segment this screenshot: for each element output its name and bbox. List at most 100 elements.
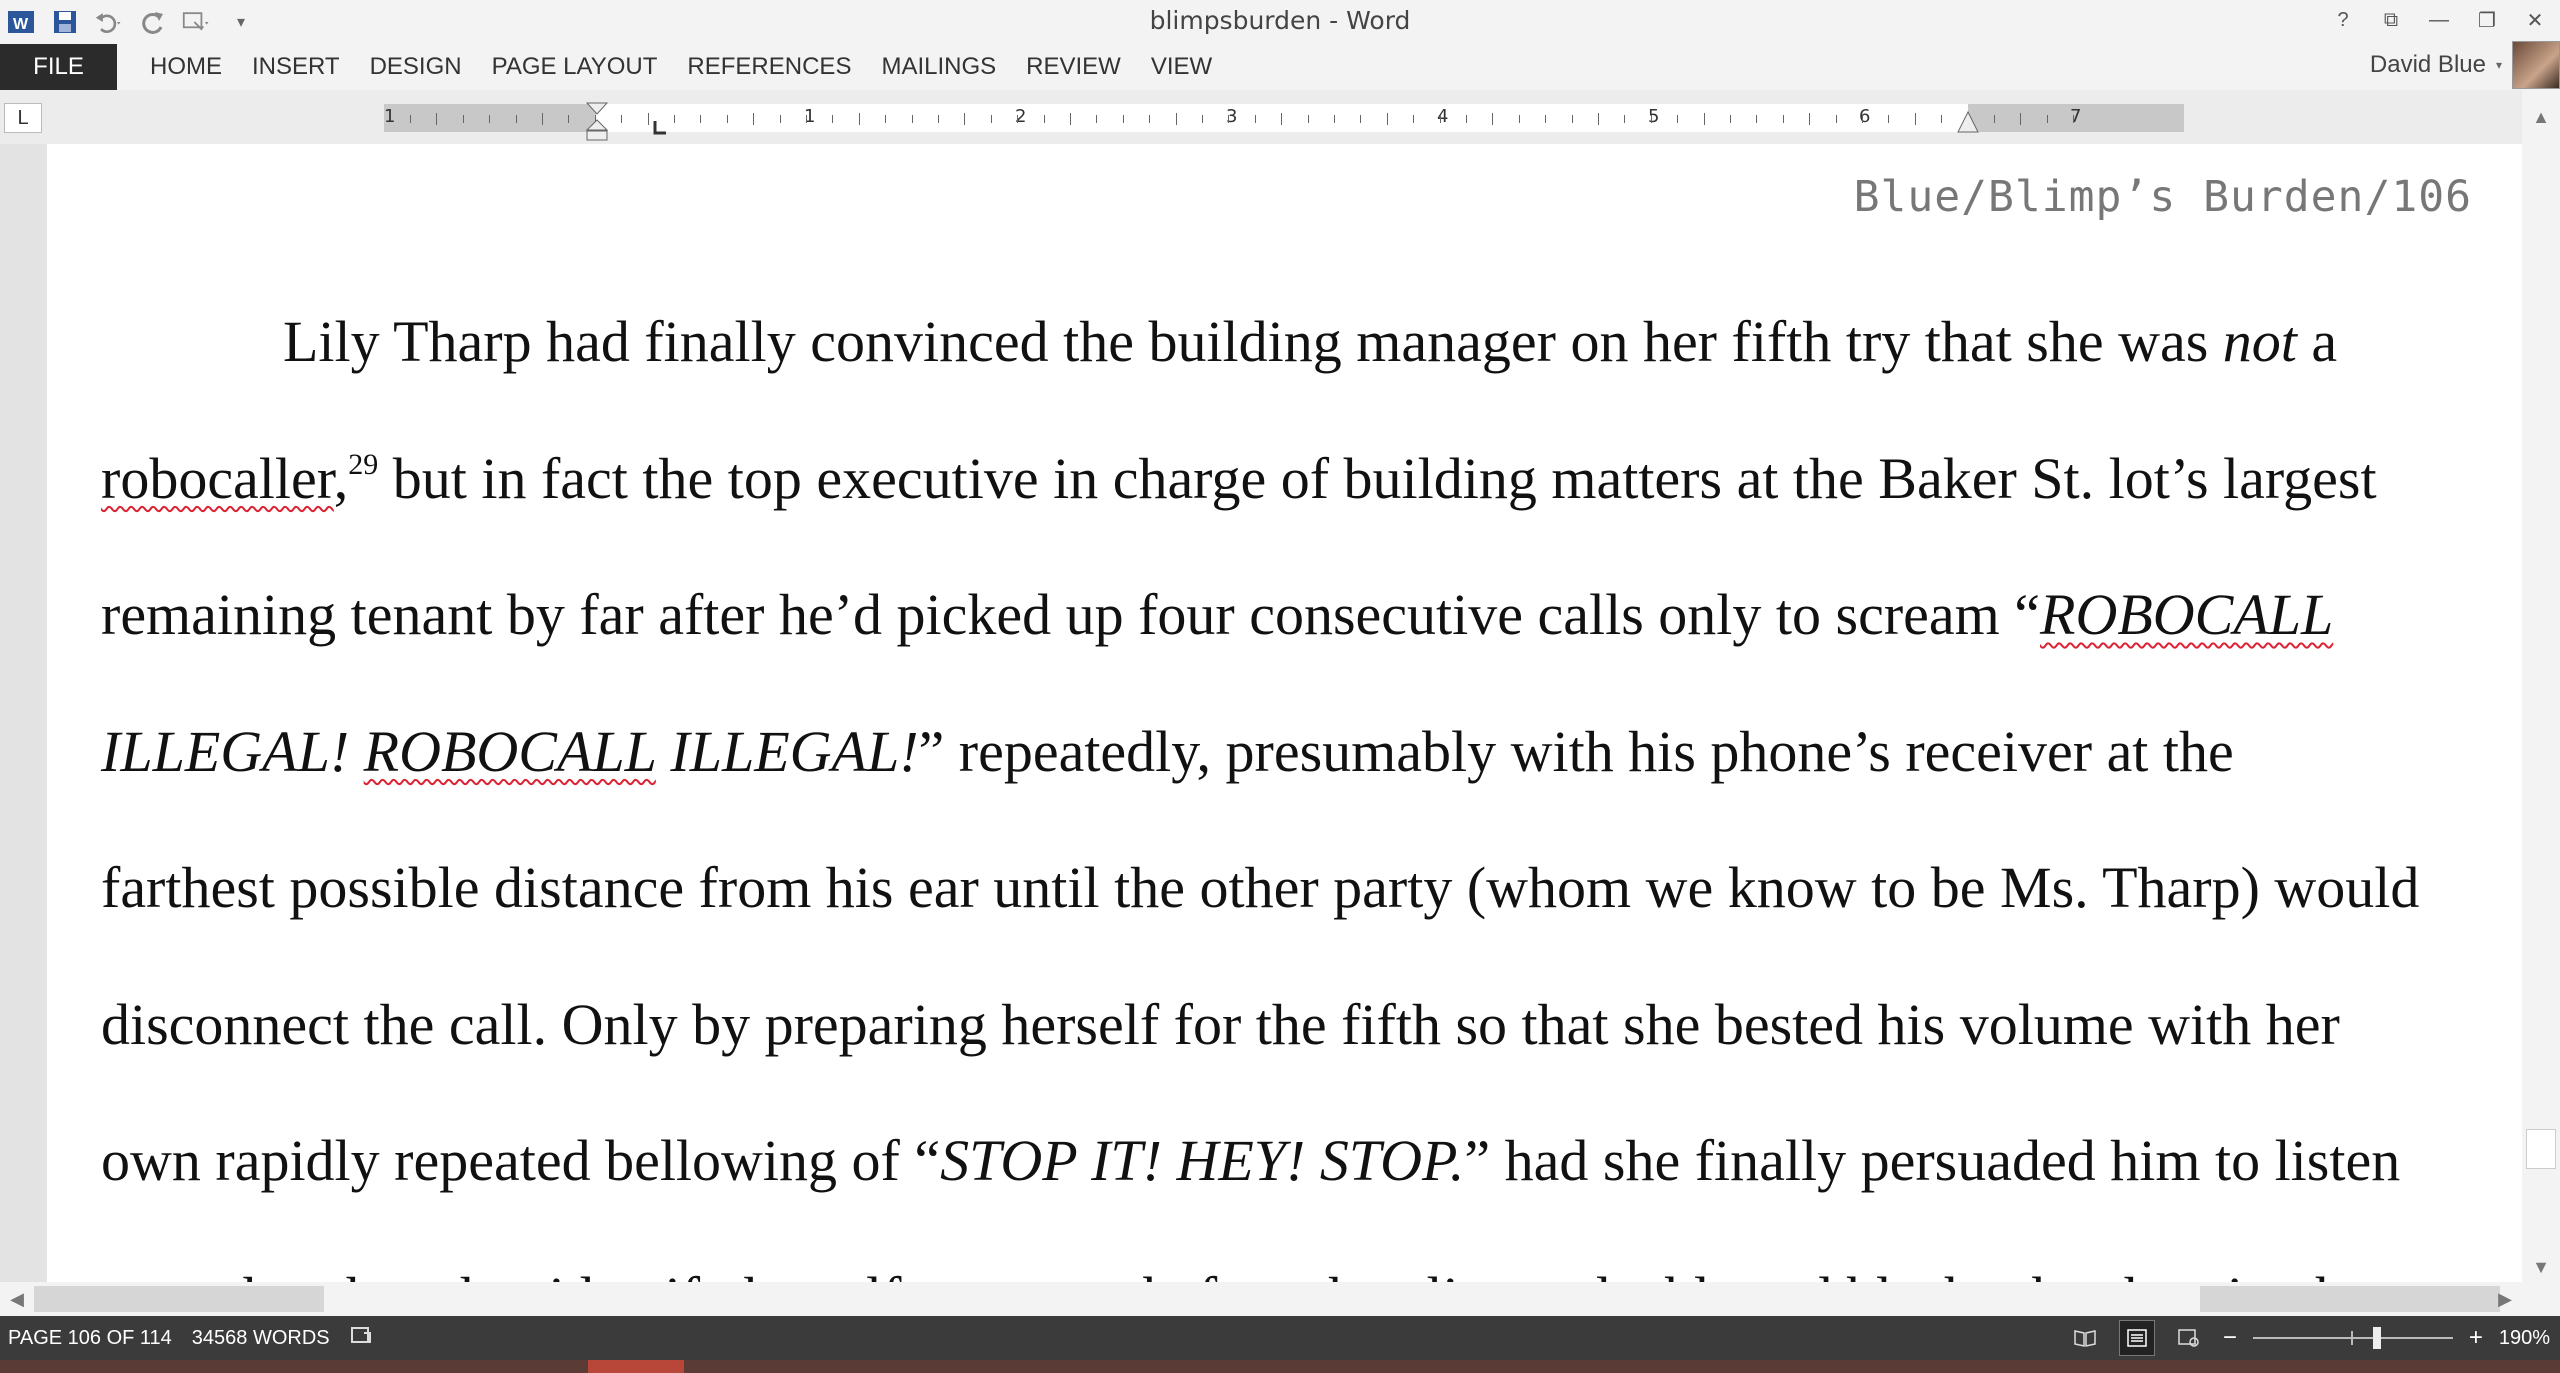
tab-page-layout[interactable]: PAGE LAYOUT [477, 44, 673, 90]
vertical-scroll-thumb[interactable] [2526, 1129, 2556, 1169]
ruler-tick [568, 115, 570, 123]
italic-text: ROBOCALL [2040, 582, 2334, 647]
ruler-tick [885, 115, 887, 123]
text-run: robocaller [101, 445, 334, 511]
ruler-tick [1202, 115, 1203, 123]
horizontal-ruler[interactable]: 1 1 2 3 4 5 6 7 [384, 102, 2184, 141]
zoom-slider-thumb[interactable] [2372, 1327, 2381, 1349]
status-bar: PAGE 106 OF 114 34568 WORDS − + 190% [0, 1316, 2560, 1360]
ruler-tick [1017, 115, 1019, 123]
text-run: , [333, 445, 349, 511]
tab-insert[interactable]: INSERT [237, 44, 355, 90]
ruler-tick [1122, 115, 1124, 123]
ruler-tick [806, 115, 807, 123]
text-line[interactable]: farthest possible distance from his ear … [101, 820, 2521, 957]
ruler-tick [1413, 115, 1415, 123]
text-line[interactable]: robocaller,29 but in fact the top execut… [101, 411, 2521, 548]
zoom-track [2252, 1337, 2453, 1339]
ruler-tick [1888, 115, 1890, 123]
text-line[interactable]: disconnect the call. Only by preparing h… [101, 957, 2521, 1094]
tab-design[interactable]: DESIGN [355, 44, 477, 90]
text-line[interactable]: own rapidly repeated bellowing of “STOP … [101, 1093, 2521, 1230]
restore-icon[interactable]: ❐ [2474, 8, 2500, 33]
ribbon-display-options-icon[interactable]: ⧉ [2378, 9, 2404, 32]
tab-view[interactable]: VIEW [1136, 44, 1227, 90]
text-line[interactable]: ILLEGAL! ROBOCALL ILLEGAL!” repeatedly, … [101, 684, 2521, 821]
scroll-left-button[interactable]: ◀ [0, 1282, 34, 1316]
tab-review[interactable]: REVIEW [1011, 44, 1136, 90]
user-account[interactable]: David Blue ▾ [2370, 40, 2560, 90]
tab-file[interactable]: FILE [0, 44, 117, 90]
scroll-down-button[interactable]: ▼ [2522, 1252, 2560, 1282]
ruler-tick [1281, 113, 1283, 125]
read-mode-icon[interactable] [2067, 1320, 2103, 1356]
window-controls: ? ⧉ — ❐ ✕ [2330, 4, 2548, 36]
window-title: blimpsburden - Word [1149, 6, 1411, 35]
user-menu-caret-icon[interactable]: ▾ [2496, 58, 2502, 72]
word-count[interactable]: 34568 WORDS [192, 1327, 330, 1350]
tab-stop-selector[interactable]: L [4, 103, 42, 133]
scroll-right-button[interactable]: ▶ [2488, 1282, 2522, 1316]
ruler-tick [1070, 113, 1071, 125]
ruler-tick [726, 115, 728, 123]
ruler-tick [1545, 115, 1547, 123]
avatar[interactable] [2512, 41, 2560, 89]
text-run: but in fact the top executive in charge … [378, 445, 2377, 511]
tab-home[interactable]: HOME [135, 44, 237, 90]
ruler-tick [1809, 113, 1811, 125]
tab-references[interactable]: REFERENCES [672, 44, 866, 90]
left-tab-stop-icon[interactable] [652, 120, 668, 136]
minimize-icon[interactable]: — [2426, 9, 2452, 32]
ruler-tick [1439, 115, 1441, 123]
ruler-tick [1043, 115, 1045, 123]
ruler-tick [1254, 115, 1256, 123]
document-body[interactable]: Lily Tharp had finally convinced the bui… [101, 274, 2521, 1282]
horizontal-scroll-thumb[interactable] [34, 1286, 324, 1312]
ruler-tick [1941, 115, 1943, 123]
footnote-reference: 29 [348, 447, 379, 481]
page-header[interactable]: Blue/Blimp’s Burden/106 [1854, 172, 2472, 222]
ruler-tick [1703, 113, 1705, 125]
zoom-level[interactable]: 190% [2499, 1327, 2550, 1350]
ruler-tick [1175, 113, 1177, 125]
ruler-tick [832, 115, 834, 123]
right-indent-marker[interactable] [1957, 110, 1979, 136]
ruler-tick [1149, 115, 1151, 123]
ruler-tick [1677, 115, 1679, 123]
horizontal-scroll-track-segment [2200, 1286, 2500, 1312]
tab-mailings[interactable]: MAILINGS [866, 44, 1011, 90]
zoom-in-button[interactable]: + [2469, 1324, 2483, 1352]
text-line[interactable]: Lily Tharp had finally convinced the bui… [101, 274, 2521, 411]
zoom-slider[interactable] [2252, 1323, 2453, 1353]
first-line-indent-marker[interactable] [586, 102, 608, 142]
ruler-tick [515, 115, 517, 123]
ribbon-tab-list: HOME INSERT DESIGN PAGE LAYOUT REFERENCE… [135, 44, 1227, 90]
proofing-icon[interactable] [350, 1325, 372, 1351]
ruler-tick [1756, 115, 1758, 123]
ruler-tick [990, 115, 992, 123]
ruler-number: 1 [384, 106, 396, 127]
taskbar-active-item[interactable] [588, 1360, 684, 1373]
zoom-out-button[interactable]: − [2223, 1324, 2237, 1352]
horizontal-scrollbar[interactable]: ◀ ▶ [0, 1282, 2522, 1316]
text-run: ” repeatedly, presumably with his phone’… [918, 718, 2234, 784]
text-line[interactable]: remaining tenant by far after he’d picke… [101, 547, 2521, 684]
print-layout-icon[interactable] [2118, 1320, 2155, 1356]
text-run: ” had she finally persuaded him to liste… [1464, 1128, 2401, 1193]
text-line[interactable]: enough to hear her identify herself mome… [101, 1230, 2521, 1283]
ruler-number: 6 [1859, 106, 1871, 127]
ruler-tick [1518, 115, 1520, 123]
scroll-up-button[interactable]: ▲ [2522, 90, 2560, 144]
ruler-number: 5 [1648, 106, 1660, 127]
close-icon[interactable]: ✕ [2522, 8, 2548, 33]
ruler-row: L 1 1 2 3 4 5 6 7 ▲ [0, 90, 2560, 144]
document-page[interactable]: Blue/Blimp’s Burden/106 Lily Tharp had f… [47, 144, 2522, 1282]
help-icon[interactable]: ? [2330, 9, 2356, 32]
web-layout-icon[interactable] [2171, 1320, 2207, 1356]
ruler-tick [1228, 115, 1230, 123]
text-run: own rapidly repeated bellowing of “ [101, 1128, 941, 1193]
vertical-scrollbar[interactable]: ▼ [2522, 144, 2560, 1282]
page-count[interactable]: PAGE 106 OF 114 [8, 1327, 172, 1350]
ruler-number: 7 [2070, 106, 2082, 127]
user-name[interactable]: David Blue [2370, 51, 2486, 79]
